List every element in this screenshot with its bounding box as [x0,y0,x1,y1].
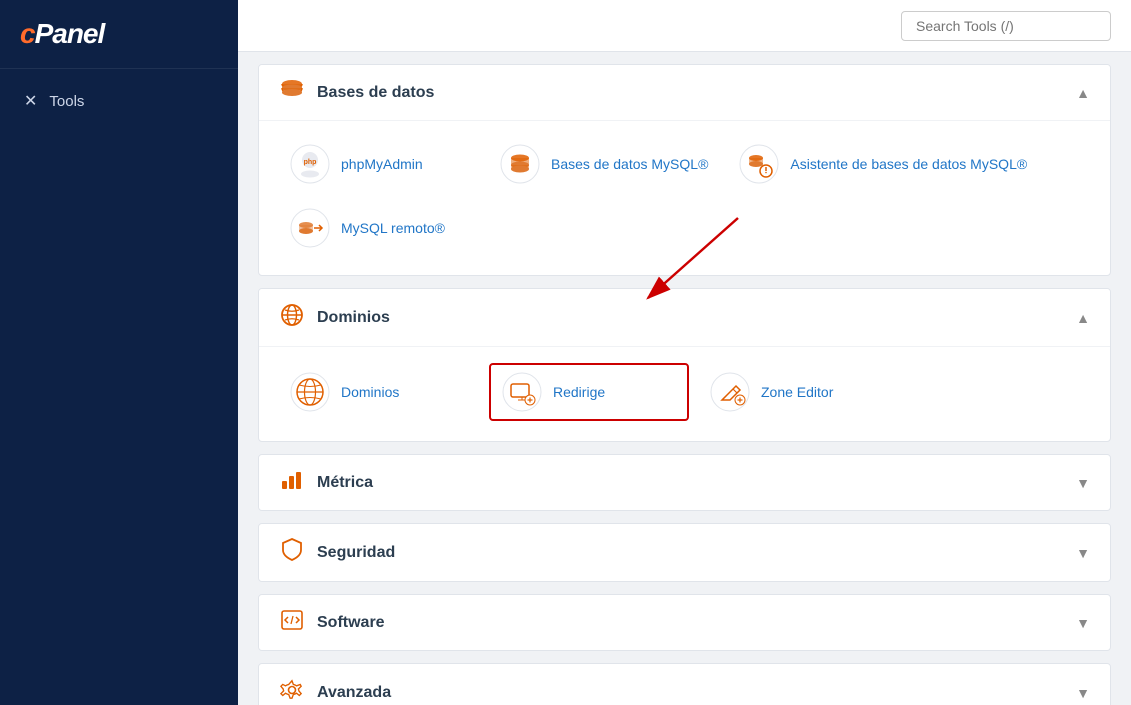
redirige-icon [501,371,543,413]
section-label-metrica: Métrica [317,474,373,492]
section-header-bases-datos[interactable]: Bases de datos ▲ [259,65,1110,120]
section-label-software: Software [317,614,385,632]
tool-phpmyadmin[interactable]: php phpMyAdmin [279,137,479,191]
search-input[interactable] [901,11,1111,41]
section-bases-datos: Bases de datos ▲ php phpMyAdmin [258,64,1111,276]
main-area: Bases de datos ▲ php phpMyAdmin [238,0,1131,705]
globe-icon [279,303,305,332]
tool-zone-editor[interactable]: Zone Editor [699,363,899,421]
bar-icon [279,469,305,496]
tool-redirige[interactable]: Redirige [489,363,689,421]
chevron-metrica: ▼ [1076,475,1090,491]
content-area: Bases de datos ▲ php phpMyAdmin [238,52,1131,705]
phpmyadmin-icon: php [289,143,331,185]
zone-editor-icon [709,371,751,413]
mysql-wizard-label: Asistente de bases de datos MySQL® [790,156,1027,172]
section-label-avanzada: Avanzada [317,684,391,702]
section-seguridad: Seguridad ▼ [258,523,1111,582]
section-header-software[interactable]: Software ▼ [259,595,1110,650]
code-icon [279,609,305,636]
tool-mysql[interactable]: Bases de datos MySQL® [489,137,718,191]
zone-editor-label: Zone Editor [761,384,833,400]
section-header-avanzada[interactable]: Avanzada ▼ [259,664,1110,705]
shield-icon [279,538,305,567]
tool-mysql-wizard[interactable]: Asistente de bases de datos MySQL® [728,137,1037,191]
tools-grid-dominios: Dominios [259,346,1110,441]
section-header-metrica[interactable]: Métrica ▼ [259,455,1110,510]
mysql-label: Bases de datos MySQL® [551,156,708,172]
mysql-icon [499,143,541,185]
section-software: Software ▼ [258,594,1111,651]
mysql-wizard-icon [738,143,780,185]
mysql-remote-label: MySQL remoto® [341,220,445,236]
sidebar-menu: ✕ Tools [0,69,238,133]
phpmyadmin-label: phpMyAdmin [341,156,423,172]
section-header-dominios[interactable]: Dominios ▲ [259,289,1110,346]
svg-text:php: php [304,159,317,166]
dominios-icon [289,371,331,413]
sidebar-item-label: Tools [49,93,84,110]
sidebar-item-tools[interactable]: ✕ Tools [0,79,238,123]
section-metrica: Métrica ▼ [258,454,1111,511]
tool-dominios[interactable]: Dominios [279,363,479,421]
section-label-bases-datos: Bases de datos [317,84,434,102]
tools-grid-bases-datos: php phpMyAdmin [259,120,1110,275]
header [238,0,1131,52]
section-label-dominios: Dominios [317,309,390,327]
chevron-bases-datos: ▲ [1076,85,1090,101]
section-label-seguridad: Seguridad [317,544,395,562]
db-icon [279,79,305,106]
sidebar: cPanel ✕ Tools [0,0,238,705]
arrow-annotation-wrapper: Dominios ▲ [258,288,1111,442]
chevron-seguridad: ▼ [1076,545,1090,561]
chevron-dominios: ▲ [1076,310,1090,326]
gear-icon [279,678,305,705]
section-avanzada: Avanzada ▼ [258,663,1111,705]
section-dominios: Dominios ▲ [258,288,1111,442]
dominios-label: Dominios [341,384,399,400]
chevron-software: ▼ [1076,615,1090,631]
sidebar-logo: cPanel [0,0,238,69]
chevron-avanzada: ▼ [1076,685,1090,701]
cpanel-logo-text: cPanel [20,18,218,50]
redirige-label: Redirige [553,384,605,400]
mysql-remote-icon [289,207,331,249]
tools-icon: ✕ [24,91,37,111]
tool-mysql-remote[interactable]: MySQL remoto® [279,201,479,255]
section-header-seguridad[interactable]: Seguridad ▼ [259,524,1110,581]
